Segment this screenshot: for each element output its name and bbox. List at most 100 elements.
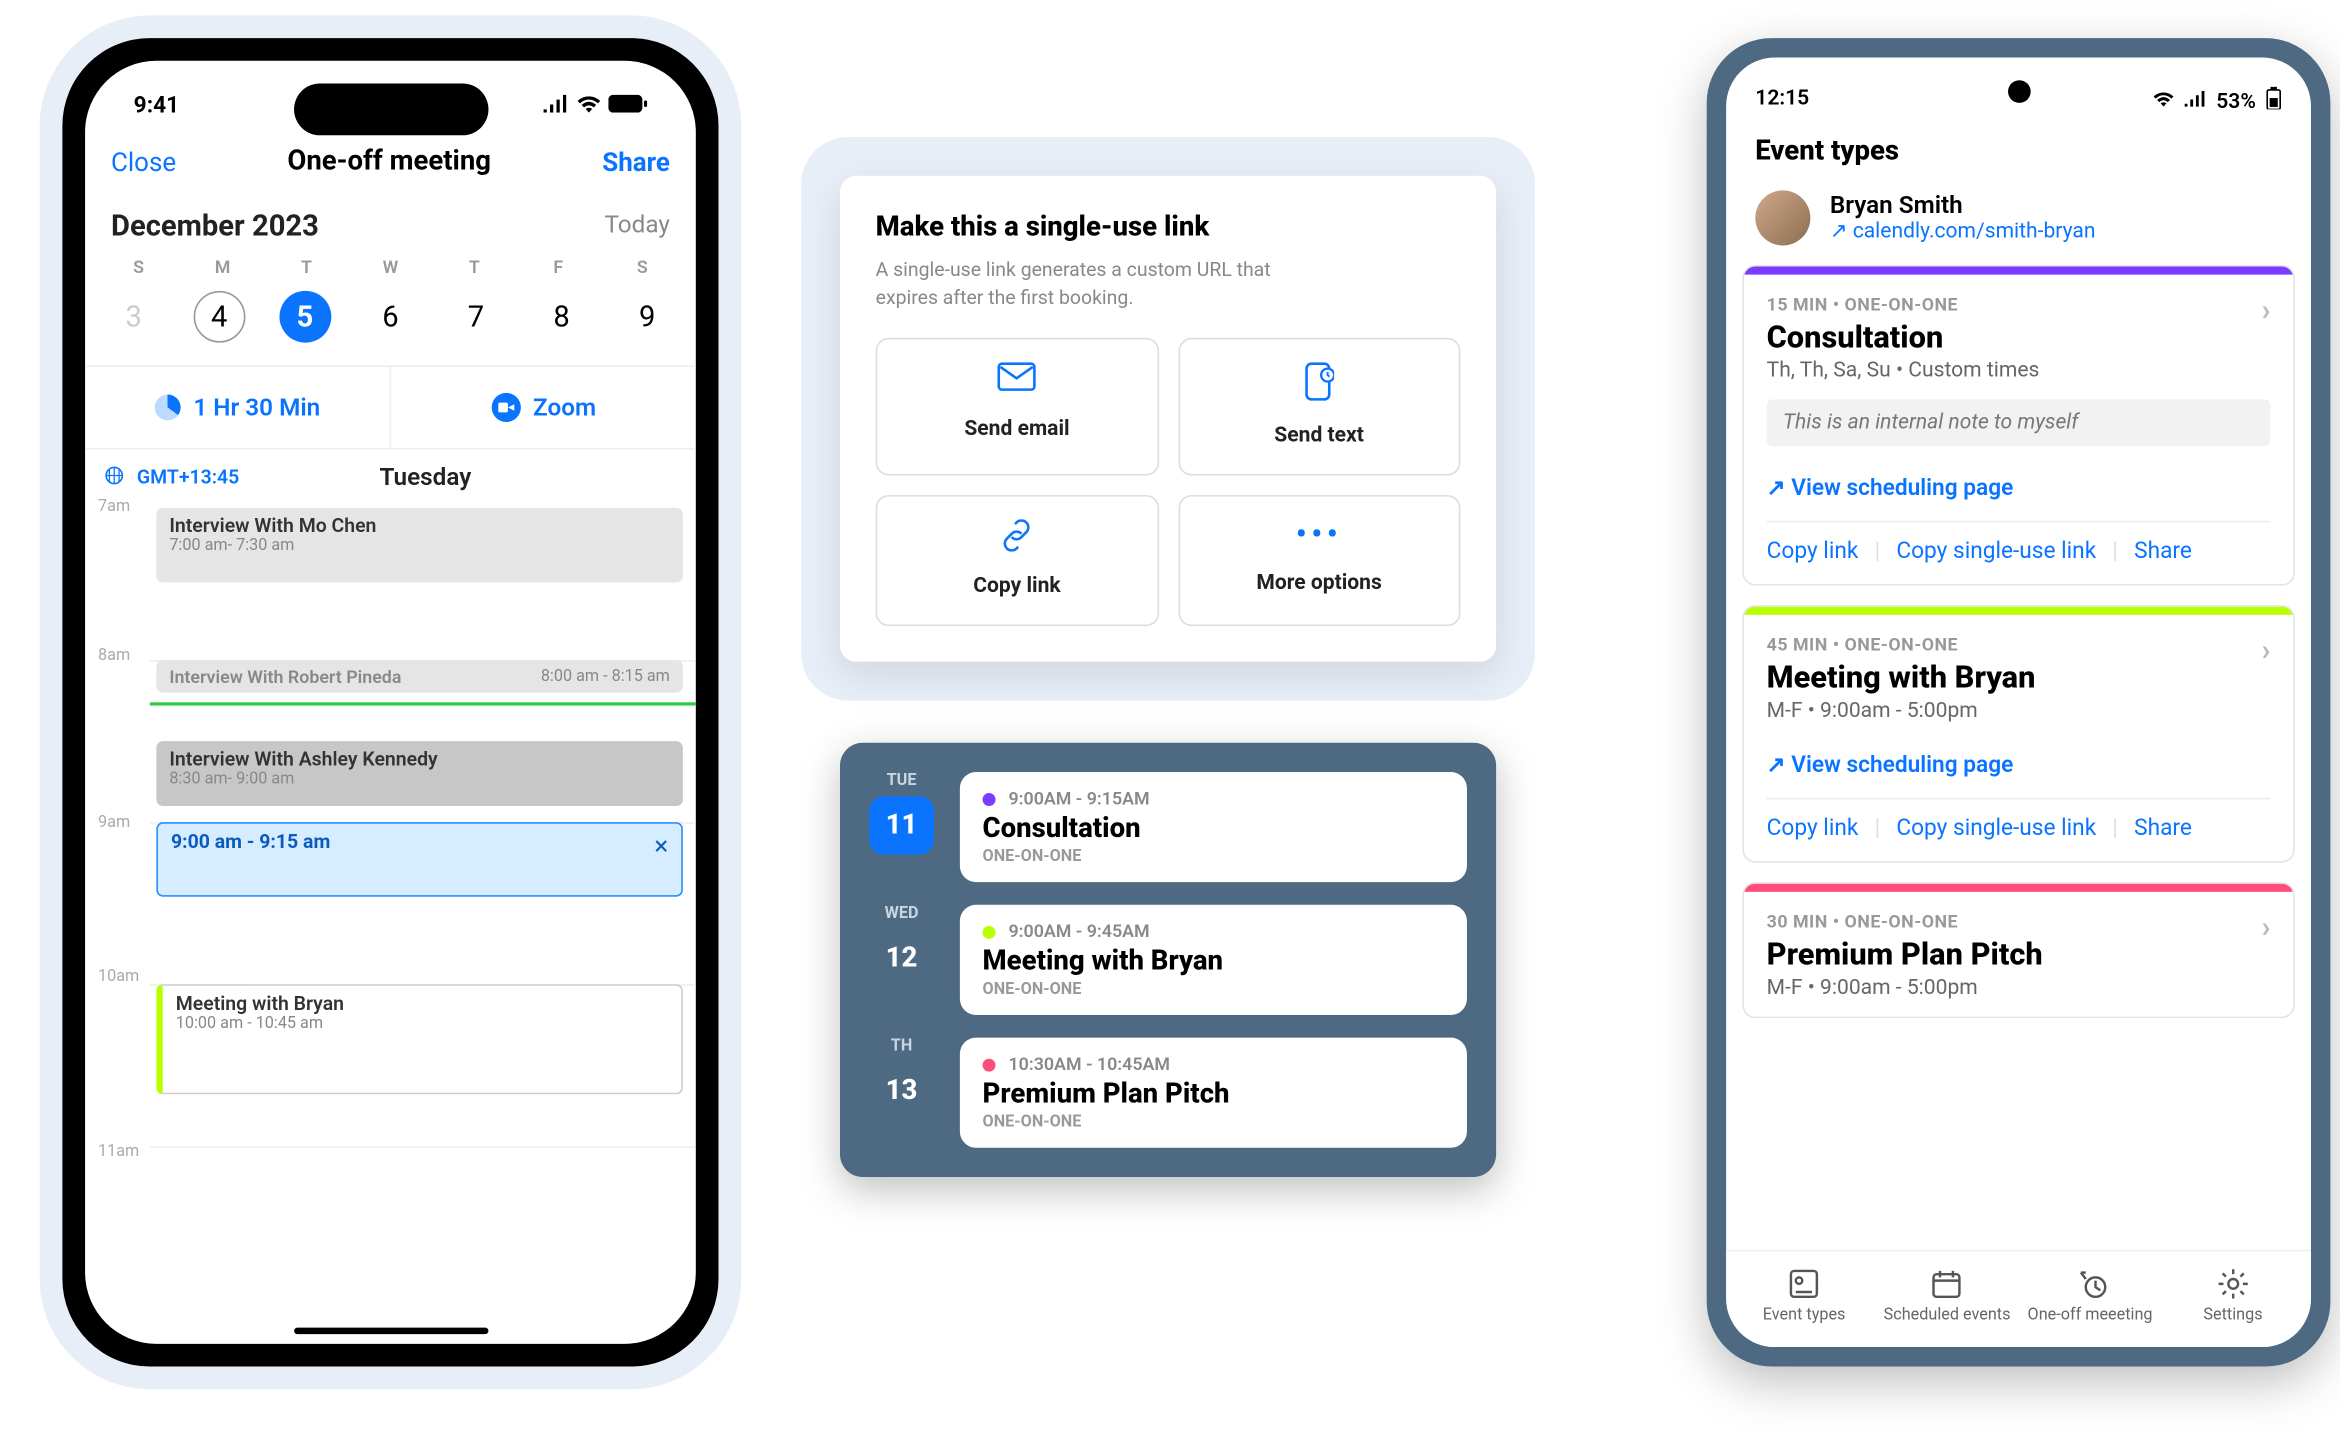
day-9[interactable]: 9 bbox=[621, 291, 673, 343]
event-time: 9:00AM - 9:15AM bbox=[1008, 788, 1149, 809]
nav-scheduled-events[interactable]: Scheduled events bbox=[1876, 1268, 2019, 1325]
event-type-premium-pitch[interactable]: › 30 MIN • ONE-ON-ONE Premium Plan Pitch… bbox=[1742, 882, 2294, 1018]
event-times: M-F • 9:00am - 5:00pm bbox=[1767, 699, 2271, 723]
event-meta: 30 MIN • ONE-ON-ONE bbox=[1767, 911, 2271, 932]
hour-9am: 9am bbox=[98, 814, 130, 832]
event-mo-chen[interactable]: Interview With Mo Chen 7:00 am- 7:30 am bbox=[156, 508, 683, 583]
color-bar bbox=[1744, 884, 2293, 892]
share-action[interactable]: Share bbox=[2134, 539, 2192, 565]
event-name: Premium Plan Pitch bbox=[983, 1078, 1445, 1110]
option-label: Send text bbox=[1186, 423, 1452, 447]
today-button[interactable]: Today bbox=[604, 210, 669, 244]
battery-icon bbox=[608, 94, 647, 118]
now-indicator bbox=[150, 702, 696, 705]
view-scheduling-page-link[interactable]: View scheduling page bbox=[1767, 740, 2271, 800]
option-label: More options bbox=[1186, 570, 1452, 594]
wifi-icon bbox=[576, 94, 602, 118]
timezone-button[interactable]: GMT+13:45 bbox=[137, 466, 239, 489]
event-type-consultation[interactable]: › 15 MIN • ONE-ON-ONE Consultation Th, T… bbox=[1742, 265, 2294, 586]
date-pill-tue-11[interactable]: TUE 11 bbox=[869, 772, 934, 882]
mail-icon bbox=[998, 361, 1037, 393]
color-dot-icon bbox=[983, 925, 996, 938]
copy-link-action[interactable]: Copy link bbox=[1767, 816, 1859, 842]
date-dow: TUE bbox=[869, 772, 934, 790]
notch bbox=[293, 83, 487, 135]
nav-title: One-off meeting bbox=[287, 145, 491, 177]
event-title: Consultation bbox=[1767, 318, 2271, 355]
event-title: Interview With Mo Chen bbox=[169, 514, 670, 537]
location-button[interactable]: Zoom bbox=[390, 367, 696, 448]
status-time: 12:15 bbox=[1755, 87, 1809, 116]
event-card-meeting-bryan[interactable]: 9:00AM - 9:45AM Meeting with Bryan ONE-O… bbox=[960, 905, 1467, 1015]
event-type: ONE-ON-ONE bbox=[983, 848, 1445, 866]
copy-single-use-link-action[interactable]: Copy single-use link bbox=[1896, 816, 2096, 842]
close-button[interactable]: Close bbox=[111, 146, 176, 177]
clock-icon bbox=[154, 395, 180, 421]
day-6[interactable]: 6 bbox=[365, 291, 417, 343]
gridline bbox=[150, 1146, 696, 1148]
color-dot-icon bbox=[983, 1058, 996, 1071]
more-icon: ••• bbox=[1186, 519, 1452, 555]
event-name: Consultation bbox=[983, 812, 1445, 844]
hour-11am: 11am bbox=[98, 1143, 139, 1161]
day-5-selected[interactable]: 5 bbox=[279, 291, 331, 343]
event-name: Meeting with Bryan bbox=[983, 945, 1445, 977]
duration-button[interactable]: 1 Hr 30 Min bbox=[85, 367, 390, 448]
chevron-right-icon: › bbox=[2262, 634, 2271, 668]
day-scheduler[interactable]: 7am 8am 9am 10am 11am Interview With Mo … bbox=[85, 498, 696, 504]
date-pill-wed-12[interactable]: WED 12 bbox=[869, 905, 934, 1015]
page-title: Event types bbox=[1726, 126, 2311, 191]
event-type: ONE-ON-ONE bbox=[983, 981, 1445, 999]
event-title: Meeting with Bryan bbox=[176, 992, 668, 1015]
option-label: Send email bbox=[884, 417, 1150, 441]
copy-link-action[interactable]: Copy link bbox=[1767, 539, 1859, 565]
day-3[interactable]: 3 bbox=[108, 291, 160, 343]
duration-label: 1 Hr 30 Min bbox=[193, 393, 320, 422]
hour-8am: 8am bbox=[98, 647, 130, 665]
date-num: 11 bbox=[869, 796, 934, 854]
copy-link-button[interactable]: Copy link bbox=[876, 494, 1159, 625]
event-type-meeting-bryan[interactable]: › 45 MIN • ONE-ON-ONE Meeting with Bryan… bbox=[1742, 605, 2294, 863]
avatar[interactable] bbox=[1755, 190, 1810, 245]
card-subtext: A single-use link generates a custom URL… bbox=[876, 257, 1297, 311]
nav-event-types[interactable]: Event types bbox=[1733, 1268, 1876, 1325]
copy-single-use-link-action[interactable]: Copy single-use link bbox=[1896, 539, 2096, 565]
event-new-slot[interactable]: 9:00 am - 9:15 am × bbox=[156, 822, 683, 897]
wifi-icon bbox=[2151, 89, 2174, 113]
one-off-icon bbox=[2074, 1268, 2106, 1300]
signal-icon bbox=[2184, 89, 2207, 113]
color-bar bbox=[1744, 267, 2293, 275]
date-pill-th-13[interactable]: TH 13 bbox=[869, 1038, 934, 1148]
event-robert-pineda[interactable]: Interview With Robert Pineda 8:00 am - 8… bbox=[156, 660, 683, 692]
hour-7am: 7am bbox=[98, 498, 130, 516]
chevron-right-icon: › bbox=[2262, 911, 2271, 945]
gear-icon bbox=[2217, 1268, 2249, 1300]
event-card-consultation[interactable]: 9:00AM - 9:15AM Consultation ONE-ON-ONE bbox=[960, 772, 1467, 882]
dow-sat: S bbox=[618, 257, 667, 278]
day-8[interactable]: 8 bbox=[536, 291, 588, 343]
close-slot-icon[interactable]: × bbox=[654, 830, 668, 861]
send-text-button[interactable]: Send text bbox=[1178, 337, 1461, 475]
day-7[interactable]: 7 bbox=[450, 291, 502, 343]
nav-settings[interactable]: Settings bbox=[2162, 1268, 2305, 1325]
share-action[interactable]: Share bbox=[2134, 816, 2192, 842]
event-meta: 15 MIN • ONE-ON-ONE bbox=[1767, 294, 2271, 315]
location-label: Zoom bbox=[533, 393, 596, 422]
event-ashley-kennedy[interactable]: Interview With Ashley Kennedy 8:30 am- 9… bbox=[156, 741, 683, 806]
send-email-button[interactable]: Send email bbox=[876, 337, 1159, 475]
event-times: M-F • 9:00am - 5:00pm bbox=[1767, 976, 2271, 1000]
nav-label: Scheduled events bbox=[1876, 1307, 2019, 1325]
view-scheduling-page-link[interactable]: View scheduling page bbox=[1767, 463, 2271, 523]
camera-punch bbox=[2007, 80, 2030, 103]
event-meeting-bryan[interactable]: Meeting with Bryan 10:00 am - 10:45 am bbox=[156, 984, 683, 1094]
date-num: 12 bbox=[869, 929, 934, 987]
event-time: 8:00 am - 8:15 am bbox=[541, 667, 670, 685]
globe-icon bbox=[105, 465, 124, 489]
nav-one-off-meeting[interactable]: One-off meeeting bbox=[2019, 1268, 2162, 1325]
more-options-button[interactable]: ••• More options bbox=[1178, 494, 1461, 625]
share-button[interactable]: Share bbox=[602, 146, 670, 177]
event-card-premium-pitch[interactable]: 10:30AM - 10:45AM Premium Plan Pitch ONE… bbox=[960, 1038, 1467, 1148]
internal-note: This is an internal note to myself bbox=[1767, 399, 2271, 446]
day-4[interactable]: 4 bbox=[193, 291, 245, 343]
user-url[interactable]: calendly.com/smith-bryan bbox=[1830, 220, 2096, 244]
